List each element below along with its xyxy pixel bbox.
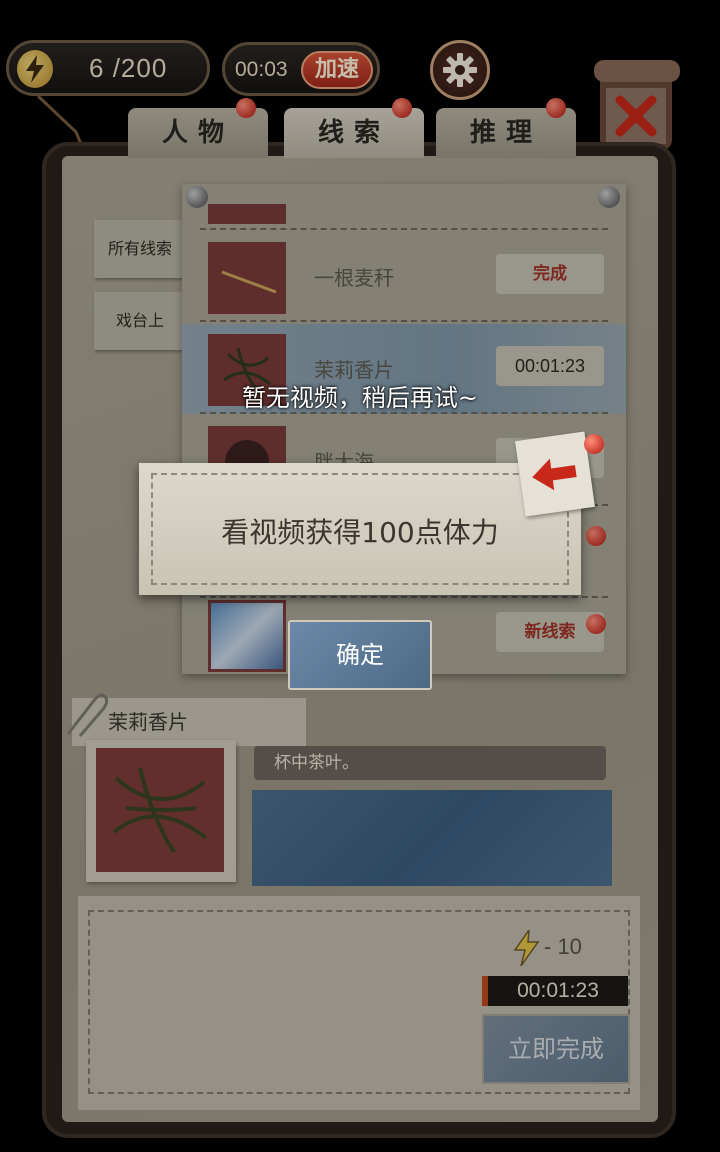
alert-dot [584,434,604,454]
energy-dialog: 看视频获得100点体力 [139,463,581,595]
dialog-close-button[interactable] [515,431,595,517]
back-arrow-icon [532,458,577,491]
dialog-message: 看视频获得100点体力 [221,516,499,549]
confirm-button[interactable]: 确定 [288,620,432,690]
toast-message: 暂无视频，稍后再试~ [241,384,479,412]
